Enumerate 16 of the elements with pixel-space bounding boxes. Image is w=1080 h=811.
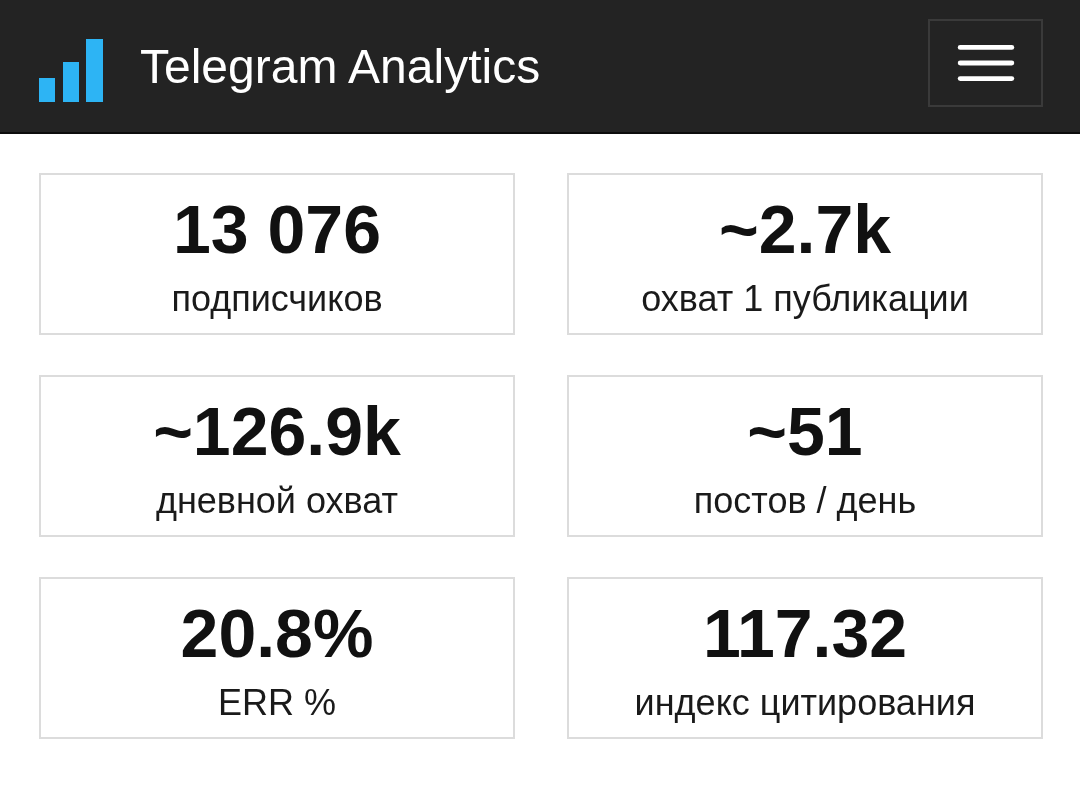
stat-value: 13 076 [173,190,381,269]
stat-value: 20.8% [180,594,374,673]
stat-label: дневной охват [155,480,399,522]
menu-button[interactable] [928,19,1043,107]
stat-value: 117.32 [702,594,908,673]
stat-value: ~51 [747,392,863,471]
bar-chart-icon [39,39,103,102]
stat-label: ERR % [218,682,336,724]
menu-icon [956,44,1015,82]
stat-label: охват 1 публикации [641,278,969,320]
stat-value: ~2.7k [718,190,892,269]
stat-label: постов / день [693,480,917,522]
stat-label: подписчиков [171,278,383,320]
stat-label: индекс цитирования [634,682,976,724]
stat-value: ~126.9k [153,392,401,471]
app-title: Telegram Analytics [140,43,542,91]
